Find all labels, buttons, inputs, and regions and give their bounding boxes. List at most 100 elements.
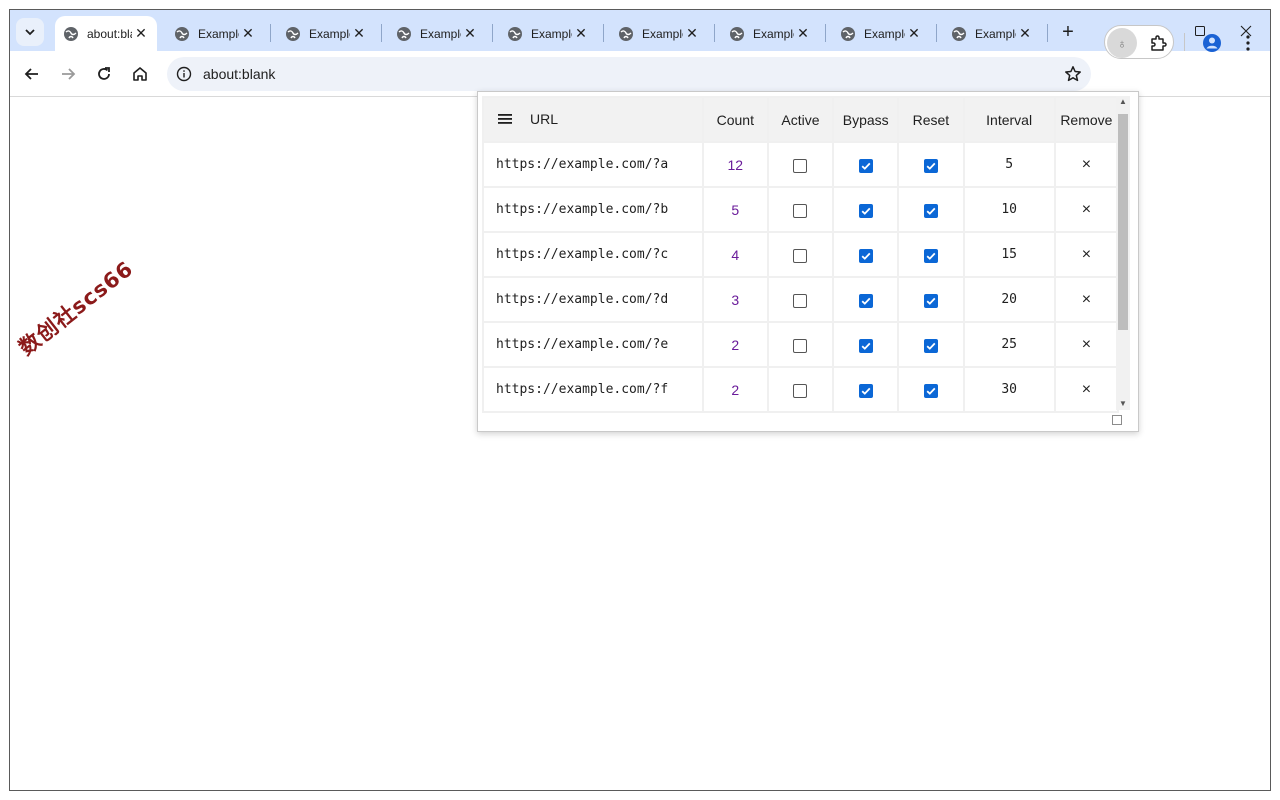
bypass-checkbox[interactable] (858, 158, 873, 173)
active-column-header[interactable]: Active (766, 96, 835, 143)
interval-cell[interactable]: 30 (962, 366, 1056, 413)
tab-title: Example Domain (864, 26, 905, 41)
browser-window: about:blank✕Example Domain✕Example Domai… (9, 9, 1271, 791)
address-text[interactable]: about:blank (203, 66, 275, 82)
url-cell[interactable]: https://example.com/?f (482, 366, 704, 413)
address-bar[interactable]: about:blank (167, 57, 1091, 91)
active-checkbox[interactable] (793, 248, 808, 263)
menu-icon[interactable] (498, 112, 512, 128)
url-cell[interactable]: https://example.com/?b (482, 186, 704, 233)
tab-close-button[interactable]: ✕ (461, 25, 479, 43)
active-checkbox[interactable] (793, 383, 808, 398)
tab[interactable]: Example Domain✕ (832, 16, 930, 51)
remove-row-button[interactable]: × (1082, 291, 1091, 308)
interval-cell[interactable]: 15 (962, 231, 1056, 278)
bypass-checkbox[interactable] (858, 383, 873, 398)
reset-checkbox[interactable] (923, 338, 938, 353)
remove-cell: × (1053, 321, 1120, 368)
tab[interactable]: Example Domain✕ (943, 16, 1041, 51)
tab[interactable]: Example Domain✕ (277, 16, 375, 51)
remove-row-button[interactable]: × (1082, 246, 1091, 263)
bypass-checkbox[interactable] (858, 203, 873, 218)
extensions-menu-button[interactable] (1144, 29, 1172, 57)
bypass-checkbox[interactable] (858, 248, 873, 263)
reset-column-header[interactable]: Reset (897, 96, 965, 143)
tab-close-button[interactable]: ✕ (132, 25, 150, 43)
active-checkbox[interactable] (793, 338, 808, 353)
scrollbar-thumb[interactable] (1118, 114, 1128, 330)
new-tab-button[interactable]: + (1054, 18, 1082, 46)
reset-checkbox[interactable] (923, 203, 938, 218)
interval-cell[interactable]: 20 (962, 276, 1056, 323)
remove-cell: × (1053, 276, 1120, 323)
star-icon (1065, 66, 1081, 82)
remove-row-button[interactable]: × (1082, 156, 1091, 173)
remove-cell: × (1053, 231, 1120, 278)
back-button[interactable] (18, 60, 46, 88)
interval-cell[interactable]: 25 (962, 321, 1056, 368)
active-cell (766, 141, 835, 188)
url-cell[interactable]: https://example.com/?e (482, 321, 704, 368)
scroll-down-icon[interactable]: ▼ (1119, 400, 1127, 408)
tab-close-button[interactable]: ✕ (794, 25, 812, 43)
tab[interactable]: Example Domain✕ (388, 16, 486, 51)
bypass-column-header[interactable]: Bypass (832, 96, 900, 143)
url-column-header[interactable]: URL (482, 96, 704, 143)
interval-cell[interactable]: 10 (962, 186, 1056, 233)
bypass-cell (832, 231, 900, 278)
reload-button[interactable] (90, 60, 118, 88)
interval-cell[interactable]: 5 (962, 141, 1056, 188)
info-icon[interactable] (176, 66, 192, 82)
resize-handle-icon[interactable] (1112, 415, 1122, 425)
arrow-left-icon (24, 68, 38, 80)
reset-checkbox[interactable] (923, 293, 938, 308)
home-button[interactable] (126, 60, 154, 88)
watermark: 数创社scs66 (14, 256, 138, 361)
browser-menu-button[interactable] (1234, 29, 1262, 57)
vertical-scrollbar[interactable]: ▲ ▼ (1116, 96, 1130, 410)
tab[interactable]: Example Domain✕ (499, 16, 597, 51)
table-row: https://example.com/?f 2 30 × (482, 366, 1120, 413)
url-cell[interactable]: https://example.com/?a (482, 141, 704, 188)
reset-checkbox[interactable] (923, 248, 938, 263)
count-column-header[interactable]: Count (701, 96, 769, 143)
active-checkbox[interactable] (793, 293, 808, 308)
puzzle-icon (1151, 35, 1167, 51)
bypass-cell (832, 276, 900, 323)
tab[interactable]: Example Domain✕ (721, 16, 819, 51)
bypass-checkbox[interactable] (858, 338, 873, 353)
tab-close-button[interactable]: ✕ (905, 25, 923, 43)
tab-close-button[interactable]: ✕ (1016, 25, 1034, 43)
reset-checkbox[interactable] (923, 383, 938, 398)
interval-column-header[interactable]: Interval (962, 96, 1056, 143)
tab-divider (714, 24, 715, 42)
reset-checkbox[interactable] (923, 158, 938, 173)
tab-close-button[interactable]: ✕ (683, 25, 701, 43)
profile-button[interactable] (1198, 29, 1226, 57)
table-header-row: URL Count Active Bypass Reset Interval R… (482, 96, 1120, 143)
tab-close-button[interactable]: ✕ (350, 25, 368, 43)
active-checkbox[interactable] (793, 203, 808, 218)
url-cell[interactable]: https://example.com/?c (482, 231, 704, 278)
tab[interactable]: Example Domain✕ (610, 16, 708, 51)
active-cell (766, 276, 835, 323)
tab-search-button[interactable] (16, 18, 44, 46)
url-cell[interactable]: https://example.com/?d (482, 276, 704, 323)
remove-column-header[interactable]: Remove (1053, 96, 1120, 143)
extension-action-button[interactable]: ♁ (1107, 28, 1137, 58)
active-cell (766, 366, 835, 413)
active-checkbox[interactable] (793, 158, 808, 173)
tab-close-button[interactable]: ✕ (239, 25, 257, 43)
bookmark-button[interactable] (1061, 62, 1085, 86)
tab-active[interactable]: about:blank✕ (55, 16, 157, 51)
remove-row-button[interactable]: × (1082, 201, 1091, 218)
tab-close-button[interactable]: ✕ (572, 25, 590, 43)
remove-cell: × (1053, 186, 1120, 233)
remove-row-button[interactable]: × (1082, 336, 1091, 353)
reset-cell (897, 321, 965, 368)
forward-button[interactable] (54, 60, 82, 88)
tab[interactable]: Example Domain✕ (166, 16, 264, 51)
scroll-up-icon[interactable]: ▲ (1119, 98, 1127, 106)
remove-row-button[interactable]: × (1082, 381, 1091, 398)
bypass-checkbox[interactable] (858, 293, 873, 308)
